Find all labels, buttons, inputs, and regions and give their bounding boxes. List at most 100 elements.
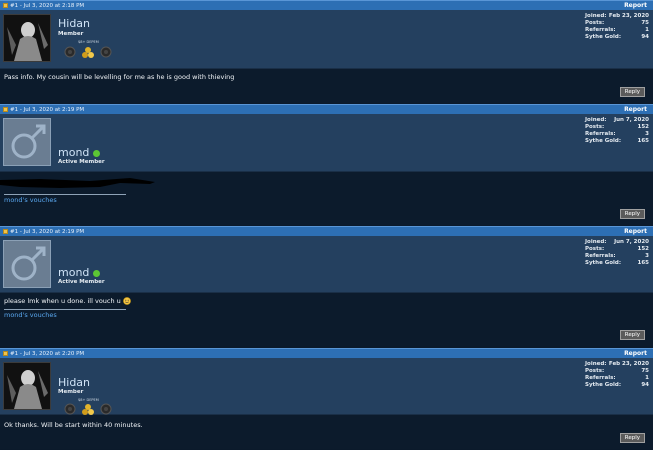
joined-date: Jun 7, 2020 (614, 117, 649, 123)
username-text[interactable]: mond (58, 266, 89, 279)
post-body: please lmk when u done. ill vouch u mond… (0, 293, 653, 346)
referral-count: 3 (645, 253, 649, 259)
post-message: Ok thanks. Will be start within 40 minut… (4, 421, 143, 429)
avatar[interactable] (3, 118, 51, 166)
user-stats: Joined: Jun 7, 2020 Posts: 152 Referrals: 3… (585, 239, 649, 267)
gold-amount: 94 (641, 34, 649, 40)
rune-badge-icon (64, 403, 76, 415)
stat-label: Joined: (585, 13, 607, 19)
stat-label: Posts: (585, 124, 605, 130)
post-date[interactable]: #1 - Jul 3, 2020 at 2:18 PM (10, 3, 84, 9)
stat-label: Sythe Gold: (585, 138, 622, 144)
post-count: 152 (637, 246, 649, 252)
stat-label: Sythe Gold: (585, 382, 622, 388)
rune-badge-icon (100, 46, 112, 58)
stat-label: Referrals: (585, 27, 616, 33)
reply-button[interactable]: Reply (619, 209, 645, 219)
post-count: 152 (637, 124, 649, 130)
badge-caption: $8+ DEPEM (78, 40, 99, 44)
post-header: #1 - Jul 3, 2020 at 2:19 PM Report (0, 104, 653, 114)
user-title: Member (58, 31, 84, 37)
stat-label: Sythe Gold: (585, 260, 622, 266)
avatar[interactable] (3, 362, 51, 410)
user-info-bar: mond Active Member Joined: Jun 7, 2020 Po… (0, 114, 653, 172)
avatar[interactable] (3, 240, 51, 288)
post-body: Pass info. My cousin will be levelling f… (0, 69, 653, 103)
stat-label: Posts: (585, 368, 605, 374)
referral-count: 1 (645, 375, 649, 381)
post-body: mond's vouches Reply (0, 172, 653, 225)
username[interactable]: mond (58, 266, 101, 279)
user-info-bar: Hidan Member $8+ DEPEM Joined: Feb 23, 20… (0, 358, 653, 415)
username[interactable]: mond (58, 146, 101, 159)
default-male-avatar-icon (11, 246, 46, 281)
report-link[interactable]: Report (624, 350, 647, 357)
rune-badge-icon (64, 46, 76, 58)
user-badges (64, 403, 112, 415)
vouches-link[interactable]: mond's vouches (4, 311, 649, 319)
post-icon (3, 3, 8, 8)
post-date[interactable]: #1 - Jul 3, 2020 at 2:20 PM (10, 351, 84, 357)
stat-label: Referrals: (585, 375, 616, 381)
username[interactable]: Hidan (58, 17, 90, 30)
report-link[interactable]: Report (624, 106, 647, 113)
user-title: Active Member (58, 279, 105, 285)
gold-badge-icon (82, 47, 94, 58)
referral-count: 1 (645, 27, 649, 33)
stat-label: Referrals: (585, 253, 616, 259)
user-info-bar: mond Active Member Joined: Jun 7, 2020 Po… (0, 236, 653, 293)
reply-button[interactable]: Reply (619, 330, 645, 340)
default-male-avatar-icon (11, 124, 46, 159)
post-body: Ok thanks. Will be start within 40 minut… (0, 415, 653, 449)
avatar[interactable] (3, 14, 51, 62)
report-link[interactable]: Report (624, 228, 647, 235)
dark-character-avatar-icon (4, 363, 50, 409)
stat-label: Joined: (585, 361, 607, 367)
post-header: #1 - Jul 3, 2020 at 2:18 PM Report (0, 0, 653, 10)
joined-date: Jun 7, 2020 (614, 239, 649, 245)
stat-label: Sythe Gold: (585, 34, 622, 40)
username[interactable]: Hidan (58, 376, 90, 389)
dark-character-avatar-icon (4, 15, 50, 61)
post-message-text: please lmk when u done. ill vouch u (4, 297, 121, 305)
joined-date: Feb 23, 2020 (608, 13, 649, 19)
post: #1 - Jul 3, 2020 at 2:19 PM Report mond … (0, 104, 653, 225)
vouches-link[interactable]: mond's vouches (4, 196, 649, 204)
stat-label: Posts: (585, 20, 605, 26)
user-info-bar: Hidan Member $8+ DEPEM Joined: Feb 23, 20… (0, 10, 653, 69)
gold-amount: 94 (641, 382, 649, 388)
online-status-icon (93, 149, 101, 157)
post-date[interactable]: #1 - Jul 3, 2020 at 2:19 PM (10, 229, 84, 235)
user-stats: Joined: Feb 23, 2020 Posts: 75 Referrals: 1… (585, 13, 649, 41)
stat-label: Posts: (585, 246, 605, 252)
user-badges (64, 46, 112, 58)
post-date[interactable]: #1 - Jul 3, 2020 at 2:19 PM (10, 107, 84, 113)
user-title: Member (58, 389, 84, 395)
post: #1 - Jul 3, 2020 at 2:18 PM Report Hidan… (0, 0, 653, 103)
post-icon (3, 229, 8, 234)
gold-amount: 165 (637, 260, 649, 266)
reply-button[interactable]: Reply (619, 433, 645, 443)
referral-count: 3 (645, 131, 649, 137)
post: #1 - Jul 3, 2020 at 2:20 PM Report Hidan… (0, 348, 653, 449)
post-header: #1 - Jul 3, 2020 at 2:19 PM Report (0, 226, 653, 236)
post-message: please lmk when u done. ill vouch u (4, 297, 649, 305)
reply-button[interactable]: Reply (619, 87, 645, 97)
post: #1 - Jul 3, 2020 at 2:19 PM Report mond … (0, 226, 653, 346)
report-link[interactable]: Report (624, 2, 647, 9)
user-stats: Joined: Feb 23, 2020 Posts: 75 Referrals: 1… (585, 361, 649, 389)
gold-badge-icon (82, 404, 94, 415)
stat-label: Joined: (585, 117, 607, 123)
user-title: Active Member (58, 159, 105, 165)
post-icon (3, 351, 8, 356)
gold-amount: 165 (637, 138, 649, 144)
username-text[interactable]: mond (58, 146, 89, 159)
rune-badge-icon (100, 403, 112, 415)
badge-caption: $8+ DEPEM (78, 398, 99, 402)
stat-label: Joined: (585, 239, 607, 245)
post-icon (3, 107, 8, 112)
post-header: #1 - Jul 3, 2020 at 2:20 PM Report (0, 348, 653, 358)
post-message: Pass info. My cousin will be levelling f… (4, 73, 235, 81)
redacted-content (0, 178, 155, 188)
signature-divider (4, 309, 126, 310)
